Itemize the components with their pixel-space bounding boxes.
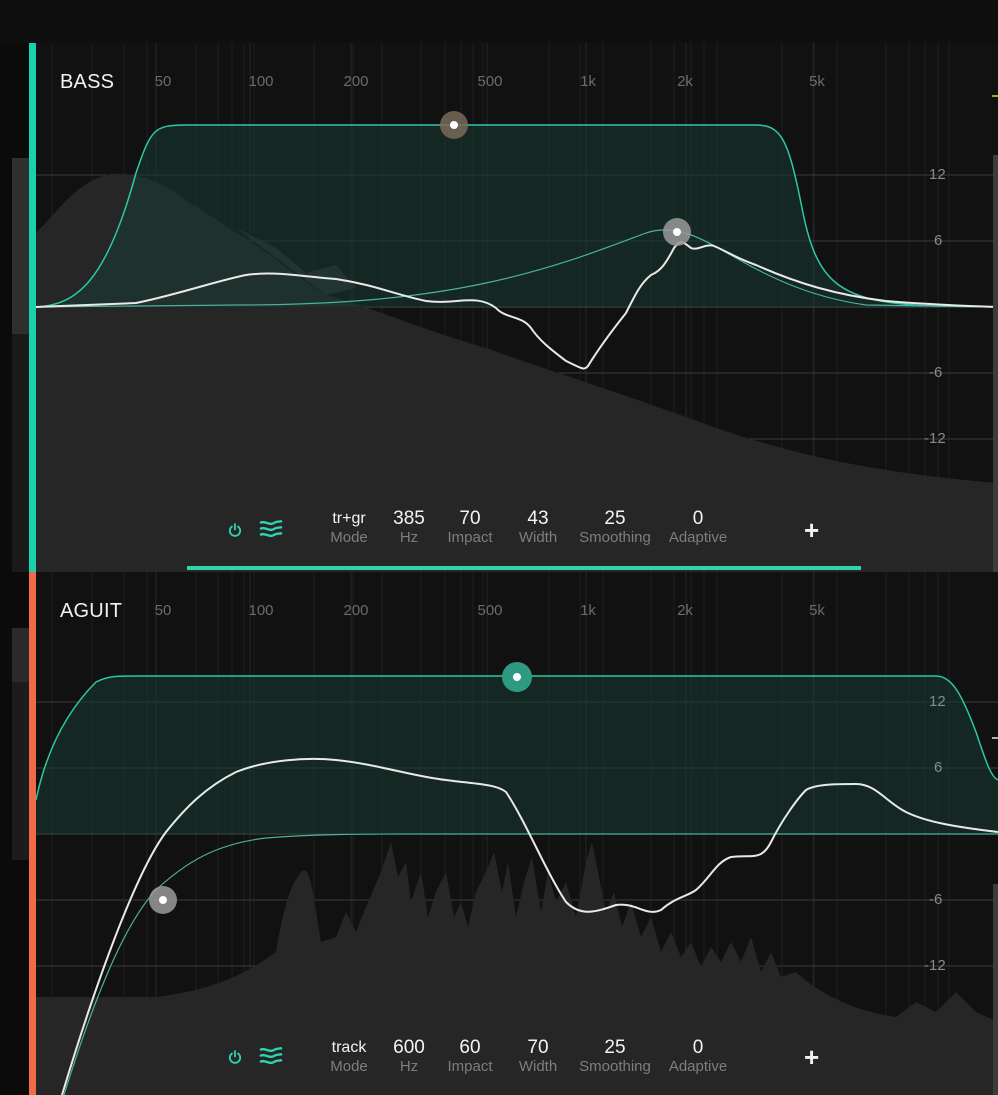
adaptive-value: 0 <box>692 508 704 529</box>
db-label: 12 <box>929 693 946 710</box>
db-label: -6 <box>929 364 943 381</box>
track-scroll-segment <box>12 682 29 860</box>
track-scroll-segment <box>12 334 29 572</box>
adaptive-label: Adaptive <box>668 1058 728 1075</box>
smoothing-value: 25 <box>604 508 626 529</box>
freq-label: 50 <box>154 602 172 619</box>
db-label: 6 <box>934 759 943 776</box>
power-icon[interactable] <box>228 523 242 537</box>
power-icon[interactable] <box>228 1050 242 1064</box>
freq-label: 500 <box>477 602 503 619</box>
db-label: -6 <box>929 891 943 908</box>
db-label: 12 <box>929 166 946 183</box>
db-label: -12 <box>924 957 946 974</box>
add-band-button[interactable]: + <box>804 517 819 543</box>
adaptive-label: Adaptive <box>668 529 728 546</box>
smoothing-value: 25 <box>604 1037 626 1058</box>
mode-label: Mode <box>330 1058 368 1075</box>
impact-value: 60 <box>459 1037 481 1058</box>
hz-value: 600 <box>393 1037 425 1058</box>
freq-label: 2k <box>677 73 693 90</box>
smoothing-label: Smoothing <box>579 1058 651 1075</box>
freq-label: 50 <box>154 73 172 90</box>
eq-graph[interactable] <box>36 572 998 1095</box>
band-controls: track Mode 600 Hz 60 Impact 70 Width 25 … <box>29 1034 998 1094</box>
mode-control[interactable]: track Mode <box>330 1038 368 1076</box>
width-label: Width <box>518 529 558 546</box>
width-control[interactable]: 43 Width <box>519 509 557 547</box>
freq-label: 5k <box>809 73 825 90</box>
track-scroll-segment[interactable] <box>12 158 29 334</box>
width-control[interactable]: 70 Width <box>519 1038 557 1076</box>
freq-label: 1k <box>580 602 596 619</box>
hz-control[interactable]: 600 Hz <box>393 1038 425 1076</box>
mode-label: Mode <box>330 529 368 546</box>
width-value: 70 <box>527 1037 549 1058</box>
width-label: Width <box>518 1058 558 1075</box>
hz-label: Hz <box>399 529 419 546</box>
smoothing-control[interactable]: 25 Smoothing <box>579 509 651 547</box>
hz-control[interactable]: 385 Hz <box>393 509 425 547</box>
track-panel-bass[interactable]: BASS 50 100 200 500 1k 2k 5k 12 6 -6 -12… <box>29 43 998 572</box>
freq-label: 5k <box>809 602 825 619</box>
freq-label: 200 <box>343 602 369 619</box>
band-controls: tr+gr Mode 385 Hz 70 Impact 43 Width 25 … <box>29 507 998 567</box>
waves-icon[interactable] <box>259 1046 283 1068</box>
freq-label: 100 <box>248 73 274 90</box>
smoothing-control[interactable]: 25 Smoothing <box>579 1038 651 1076</box>
band-center-handle-dot <box>450 121 458 129</box>
left-strip <box>0 43 12 1095</box>
add-band-button[interactable]: + <box>804 1044 819 1070</box>
freq-label: 500 <box>477 73 503 90</box>
hz-value: 385 <box>393 508 425 529</box>
track-name: BASS <box>60 71 115 93</box>
impact-value: 70 <box>459 508 481 529</box>
impact-control[interactable]: 60 Impact <box>447 1038 492 1076</box>
lowcut-handle-dot <box>159 896 167 904</box>
db-label: -12 <box>924 430 946 447</box>
adaptive-control[interactable]: 0 Adaptive <box>669 509 727 547</box>
track-color-bar <box>29 43 36 572</box>
top-bar <box>0 0 998 43</box>
mode-control[interactable]: tr+gr Mode <box>330 509 368 547</box>
track-scroll-segment[interactable] <box>12 628 29 682</box>
band-range-indicator <box>187 566 861 570</box>
smoothing-label: Smoothing <box>579 529 651 546</box>
hz-label: Hz <box>399 1058 419 1075</box>
impact-label: Impact <box>447 529 493 546</box>
impact-label: Impact <box>447 1058 493 1075</box>
freq-label: 1k <box>580 73 596 90</box>
waves-icon[interactable] <box>259 519 283 541</box>
freq-label: 200 <box>343 73 369 90</box>
width-value: 43 <box>527 508 549 529</box>
mode-value: track <box>331 1039 367 1056</box>
freq-label: 100 <box>248 602 274 619</box>
band-center-handle-dot <box>513 673 521 681</box>
freq-label: 2k <box>677 602 693 619</box>
track-name: AGUIT <box>60 600 123 622</box>
mode-value: tr+gr <box>332 510 366 527</box>
track-panel-aguit[interactable]: AGUIT 50 100 200 500 1k 2k 5k 12 6 -6 -1… <box>29 572 998 1095</box>
peak-handle-dot <box>673 228 681 236</box>
impact-control[interactable]: 70 Impact <box>447 509 492 547</box>
eq-graph[interactable] <box>36 43 998 572</box>
adaptive-value: 0 <box>692 1037 704 1058</box>
adaptive-control[interactable]: 0 Adaptive <box>669 1038 727 1076</box>
db-label: 6 <box>934 232 943 249</box>
track-color-bar <box>29 572 36 1095</box>
